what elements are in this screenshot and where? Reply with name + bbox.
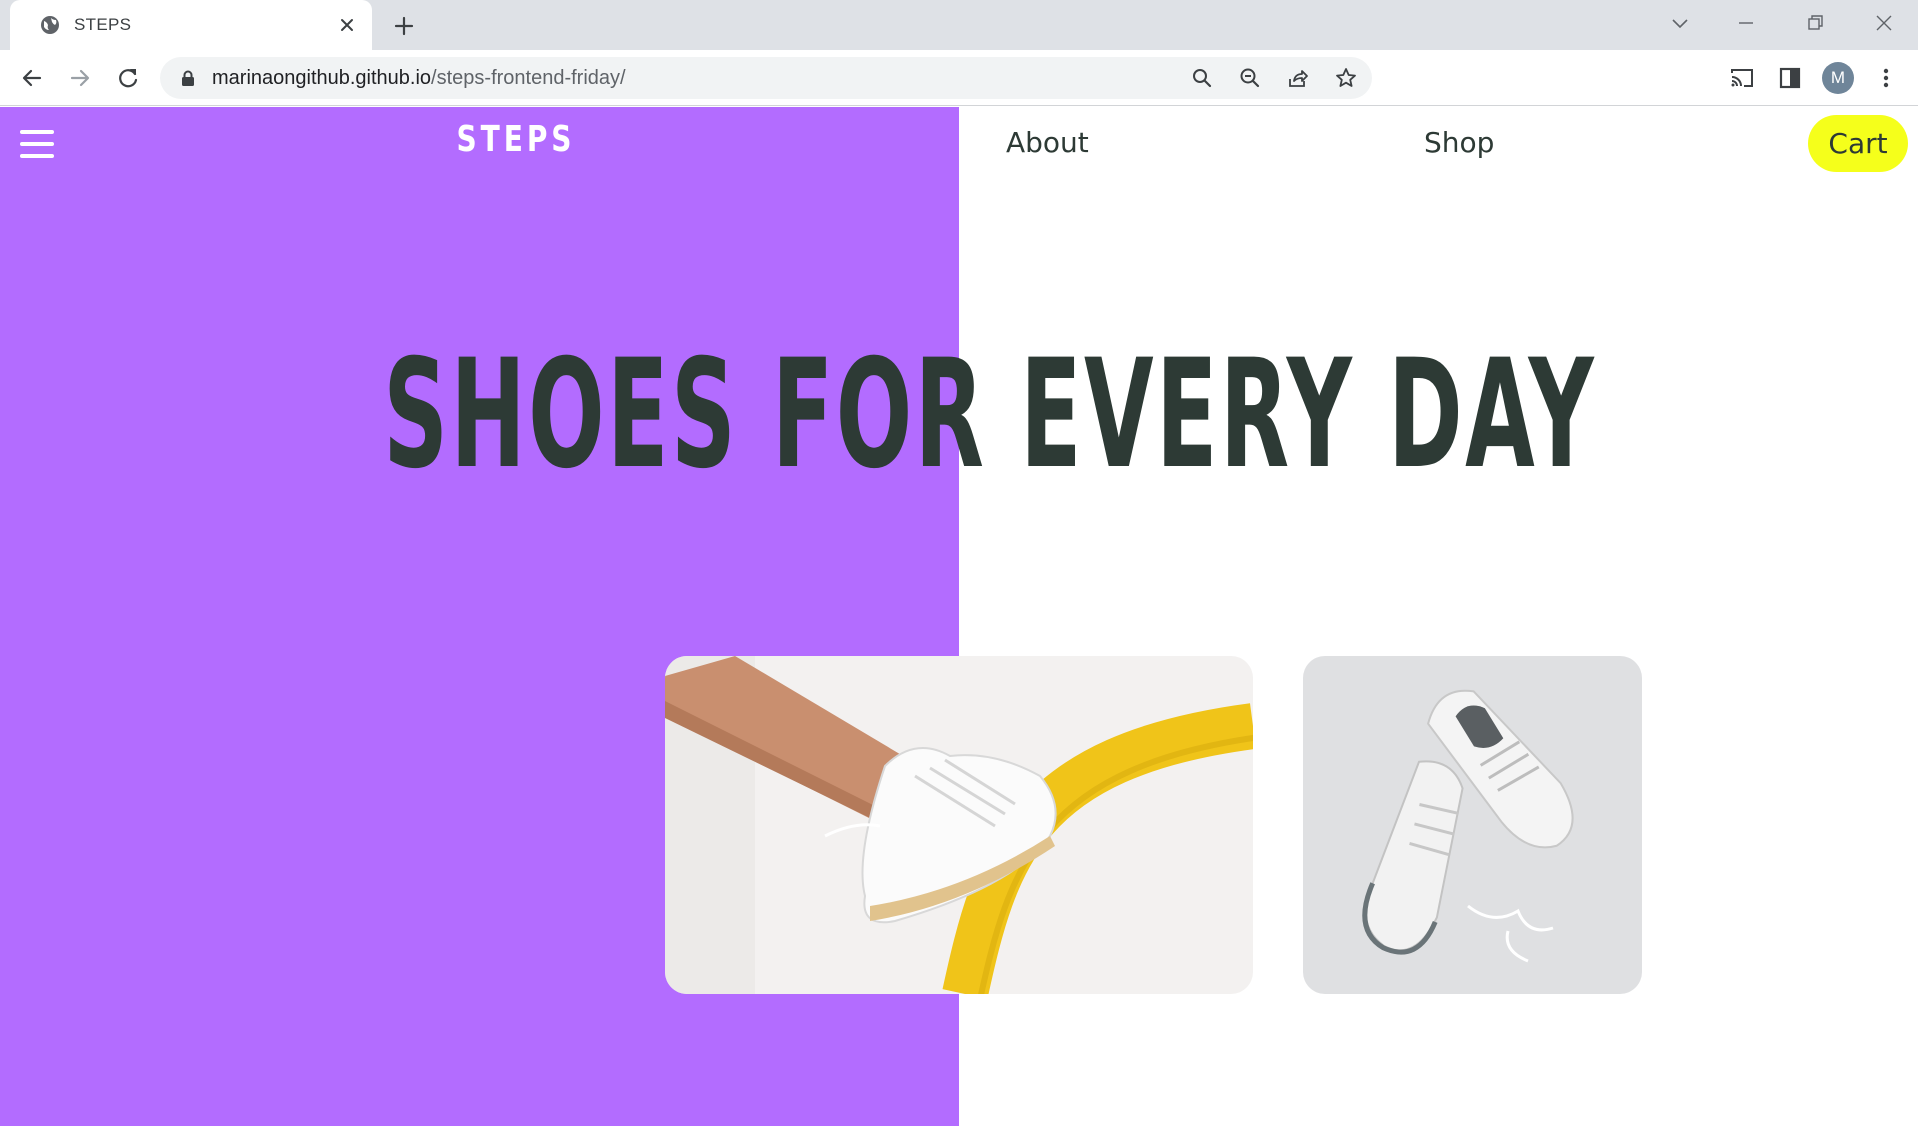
search-icon[interactable]	[1190, 66, 1214, 90]
side-panel-icon[interactable]	[1776, 64, 1804, 92]
url-text[interactable]: marinaongithub.github.io/steps-frontend-…	[212, 67, 626, 90]
hero-title: SHOES FOR EVERY DAY	[383, 328, 1597, 502]
close-icon[interactable]	[336, 14, 358, 36]
nav-shop-link[interactable]: Shop	[1424, 126, 1494, 159]
address-bar[interactable]: marinaongithub.github.io/steps-frontend-…	[160, 57, 1372, 99]
cart-button[interactable]: Cart	[1808, 115, 1908, 172]
cast-icon[interactable]	[1728, 64, 1756, 92]
browser-tab[interactable]: STEPS	[10, 0, 372, 50]
browser-toolbar: marinaongithub.github.io/steps-frontend-…	[0, 50, 1918, 106]
chevron-down-icon[interactable]	[1668, 11, 1692, 35]
site-logo[interactable]: STEPS	[114, 119, 919, 160]
nav-about-link[interactable]: About	[1006, 126, 1089, 159]
hero-image-sneaker-rail	[665, 656, 1253, 994]
tab-title: STEPS	[74, 15, 132, 34]
share-icon[interactable]	[1286, 66, 1310, 90]
close-window-icon[interactable]	[1872, 11, 1896, 35]
minimize-icon[interactable]	[1734, 11, 1758, 35]
restore-icon[interactable]	[1803, 11, 1827, 35]
star-icon[interactable]	[1334, 66, 1358, 90]
tab-strip: STEPS	[0, 0, 1918, 50]
forward-icon[interactable]	[66, 64, 94, 92]
hamburger-menu-icon[interactable]	[20, 130, 54, 158]
more-icon[interactable]	[1872, 64, 1900, 92]
url-host: marinaongithub.github.io	[212, 67, 432, 89]
profile-avatar[interactable]: M	[1822, 62, 1854, 94]
web-page: STEPS About Shop Cart SHOES FOR EVERY DA…	[0, 107, 1918, 1126]
url-path: /steps-frontend-friday/	[431, 67, 626, 89]
globe-icon	[41, 16, 59, 34]
zoom-out-icon[interactable]	[1238, 66, 1262, 90]
plus-icon[interactable]	[392, 14, 416, 38]
lock-icon[interactable]	[180, 70, 196, 86]
back-icon[interactable]	[18, 64, 46, 92]
reload-icon[interactable]	[114, 64, 142, 92]
product-image-sneaker-pair	[1303, 656, 1642, 994]
